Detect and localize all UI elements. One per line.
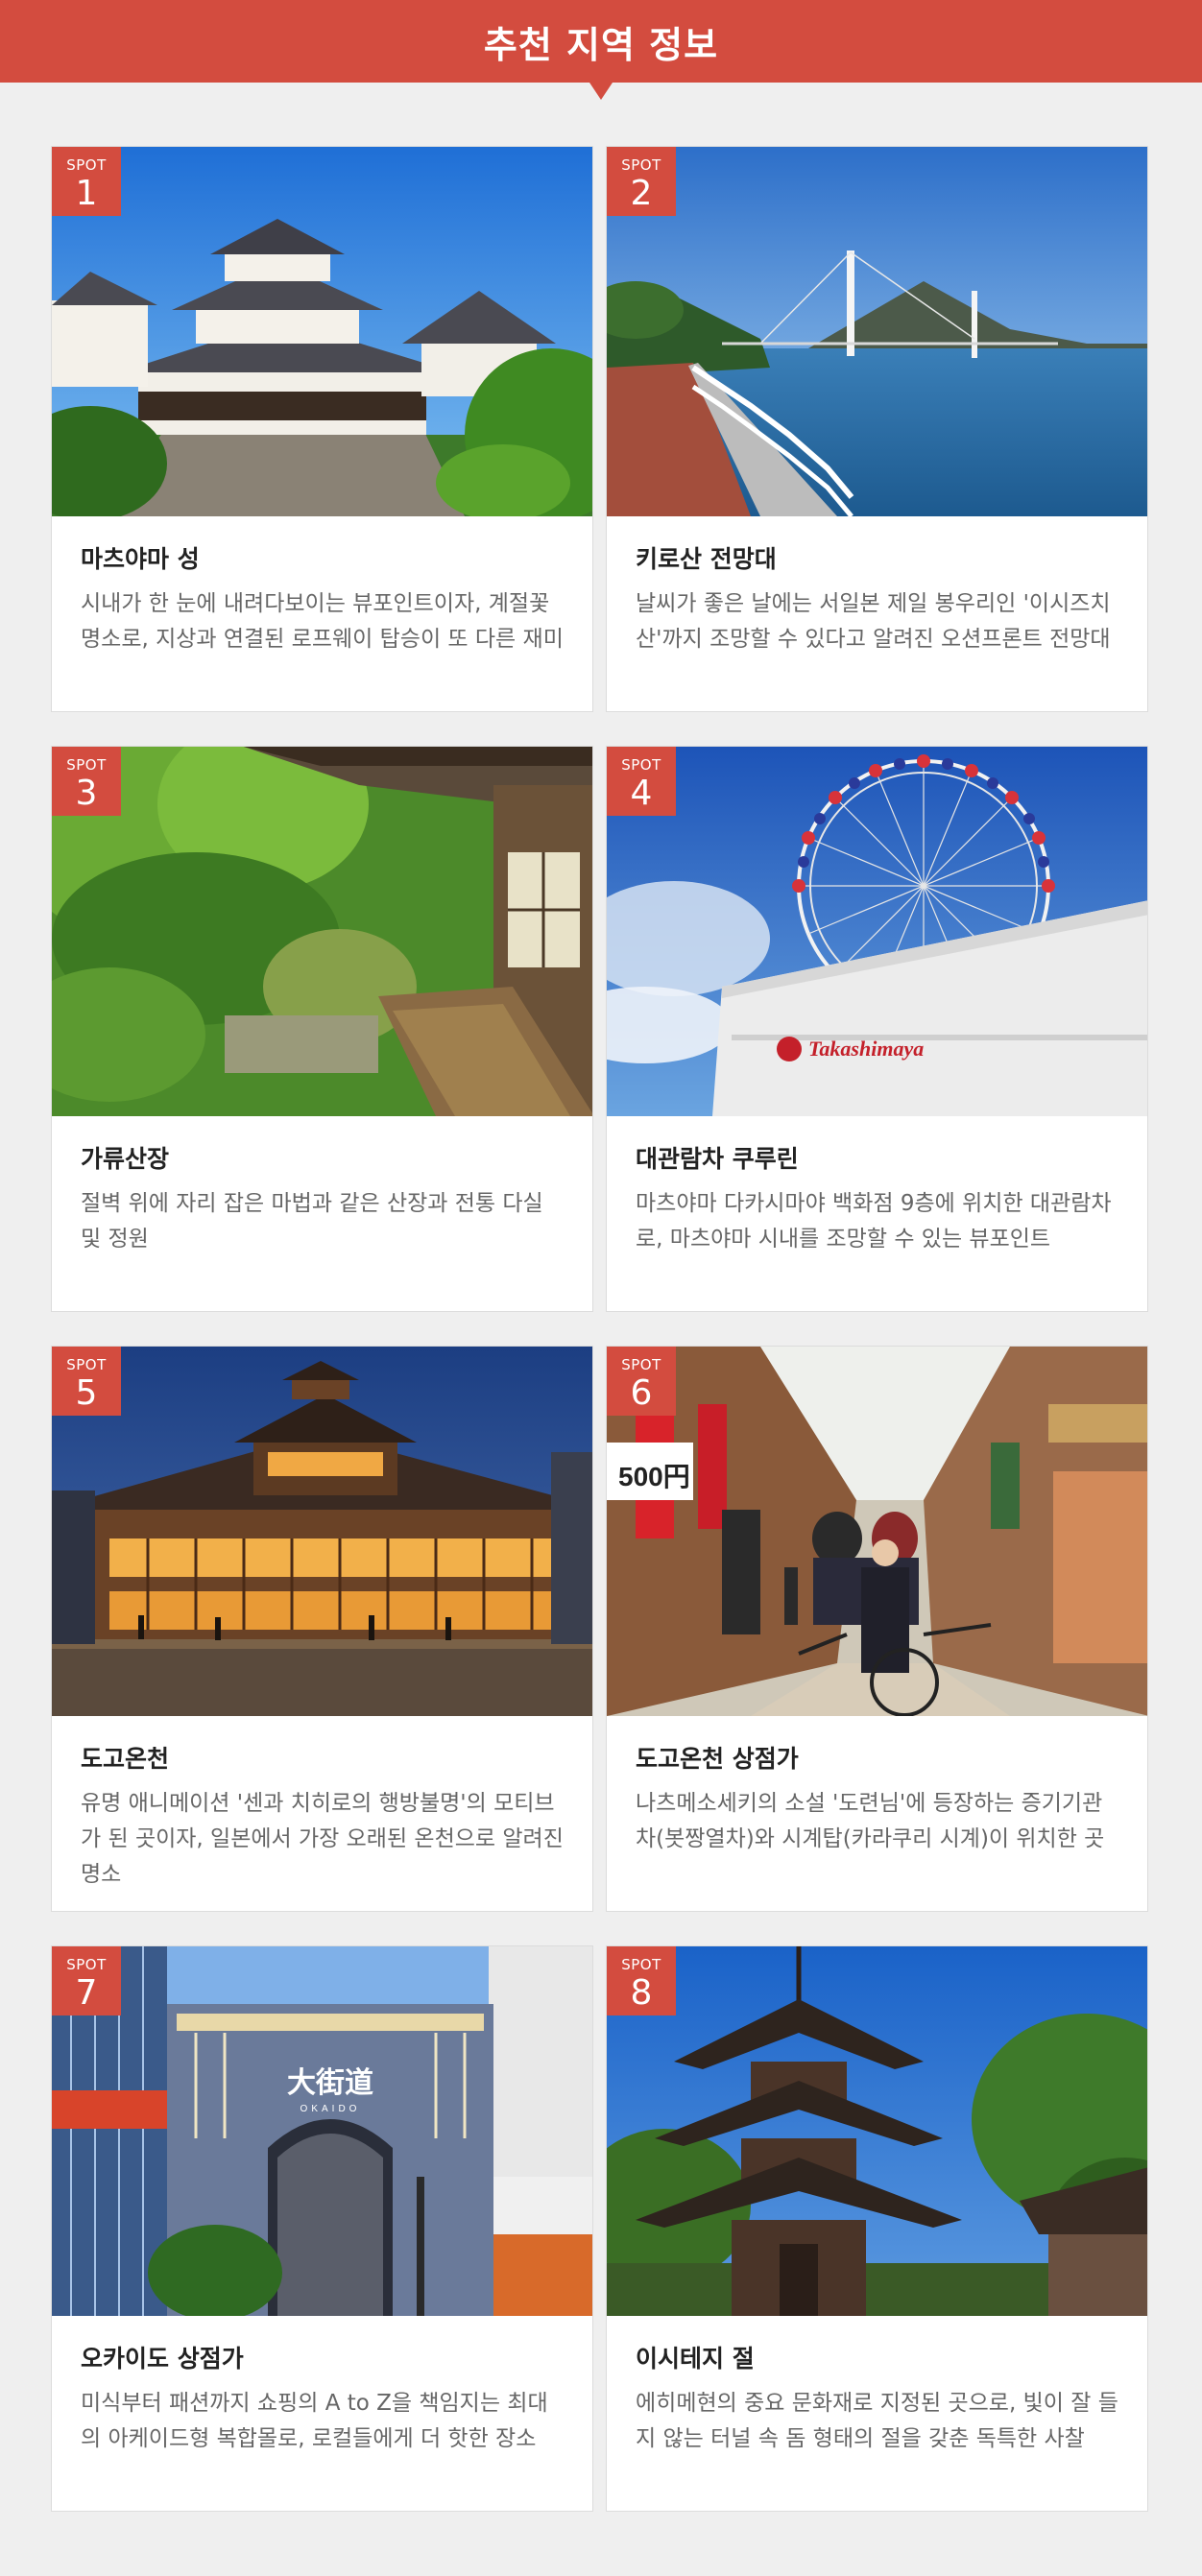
spot-badge-number: 5 [75,1373,98,1413]
spot-description: 날씨가 좋은 날에는 서일본 제일 봉우리인 '이시즈치 산'까지 조망할 수 … [636,591,1111,652]
spot-title: 도고온천 [81,1745,170,1773]
okaido-sign-text: 大街道 [287,2066,373,2100]
spot-title: 이시테지 절 [636,2345,755,2373]
spot-badge: SPOT 5 [52,1347,121,1416]
spot-description: 미식부터 패션까지 쇼핑의 A to Z을 책임지는 최대의 아케이드형 복합몰… [81,2391,548,2451]
spot-card-1[interactable]: SPOT 1 마츠야마 성 시내가 한 눈에 내려다보이는 뷰포인트이자, 계절… [51,146,593,712]
spot-card-4[interactable]: Takashimaya SPOT 4 대관람차 쿠루린 마츠야마 다카시마야 백… [606,746,1148,1312]
spot-badge: SPOT 6 [607,1347,676,1416]
spot-description: 절벽 위에 자리 잡은 마법과 같은 산장과 전통 다실 및 정원 [81,1191,543,1252]
spot-description: 에히메현의 중요 문화재로 지정된 곳으로, 빛이 잘 들지 않는 터널 속 돔… [636,2391,1118,2451]
spot-photo-okaido-arcade: 大街道 OKAIDO SPOT 7 [52,1946,592,2316]
spot-badge-number: 8 [630,1973,653,2013]
spot-photo-garden-villa: SPOT 3 [52,747,592,1116]
page-title: 추천 지역 정보 [483,23,719,66]
spot-badge-number: 7 [75,1973,98,2013]
spot-card-6[interactable]: 500円 SPOT 6 도고온천 상점가 나츠메소세키의 소설 '도련님'에 등… [606,1346,1148,1912]
store-sign-text: Takashimaya [808,1037,924,1061]
spot-badge-number: 1 [75,174,98,213]
spot-title: 도고온천 상점가 [636,1745,799,1773]
spot-description: 마츠야마 다카시마야 백화점 9층에 위치한 대관람차로, 마츠야마 시내를 조… [636,1191,1112,1252]
spot-title: 가류산장 [81,1145,170,1173]
okaido-sign-subtext: OKAIDO [300,2104,361,2114]
spot-title: 키로산 전망대 [636,545,777,573]
spot-description: 나츠메소세키의 소설 '도련님'에 등장하는 증기기관차(봇짱열차)와 시계탑(… [636,1791,1105,1851]
spot-photo-ferris-wheel: Takashimaya SPOT 4 [607,747,1147,1116]
spot-badge-label: SPOT [621,1356,661,1373]
spot-badge-number: 4 [630,774,653,813]
spot-badge-label: SPOT [621,756,661,774]
spot-photo-onsen: SPOT 5 [52,1347,592,1716]
spot-badge-label: SPOT [66,156,107,174]
page-header: 추천 지역 정보 [0,0,1202,83]
spot-badge-number: 3 [75,774,98,813]
spot-photo-shopping-arcade: 500円 SPOT 6 [607,1347,1147,1716]
spot-badge: SPOT 3 [52,747,121,816]
spot-description: 유명 애니메이션 '센과 치히로의 행방불명'의 모티브가 된 곳이자, 일본에… [81,1791,564,1887]
price-sign-text: 500円 [618,1462,690,1491]
spot-card-8[interactable]: SPOT 8 이시테지 절 에히메현의 중요 문화재로 지정된 곳으로, 빛이 … [606,1945,1148,2512]
spot-description: 시내가 한 눈에 내려다보이는 뷰포인트이자, 계절꽃 명소로, 지상과 연결된… [81,591,564,652]
spot-badge: SPOT 4 [607,747,676,816]
spot-card-2[interactable]: SPOT 2 키로산 전망대 날씨가 좋은 날에는 서일본 제일 봉우리인 '이… [606,146,1148,712]
spot-badge-label: SPOT [66,1956,107,1973]
spot-badge-label: SPOT [621,156,661,174]
spot-badge-label: SPOT [66,756,107,774]
spot-card-7[interactable]: 大街道 OKAIDO SPOT 7 오카이도 상점가 미식부터 패션까지 쇼핑의… [51,1945,593,2512]
spot-photo-pagoda: SPOT 8 [607,1946,1147,2316]
header-pointer-arrow [589,83,613,100]
spot-photo-castle: SPOT 1 [52,147,592,516]
spot-card-5[interactable]: SPOT 5 도고온천 유명 애니메이션 '센과 치히로의 행방불명'의 모티브… [51,1346,593,1912]
spot-badge: SPOT 8 [607,1946,676,2015]
spot-badge-number: 2 [630,174,653,213]
spot-badge-label: SPOT [66,1356,107,1373]
spot-title: 오카이도 상점가 [81,2345,244,2373]
spot-title: 대관람차 쿠루린 [636,1145,799,1173]
spot-card-3[interactable]: SPOT 3 가류산장 절벽 위에 자리 잡은 마법과 같은 산장과 전통 다실… [51,746,593,1312]
spot-badge: SPOT 7 [52,1946,121,2015]
spot-badge: SPOT 1 [52,147,121,216]
spot-photo-bridge: SPOT 2 [607,147,1147,516]
spot-title: 마츠야마 성 [81,545,200,573]
spot-badge: SPOT 2 [607,147,676,216]
spot-badge-label: SPOT [621,1956,661,1973]
spot-badge-number: 6 [630,1373,653,1413]
